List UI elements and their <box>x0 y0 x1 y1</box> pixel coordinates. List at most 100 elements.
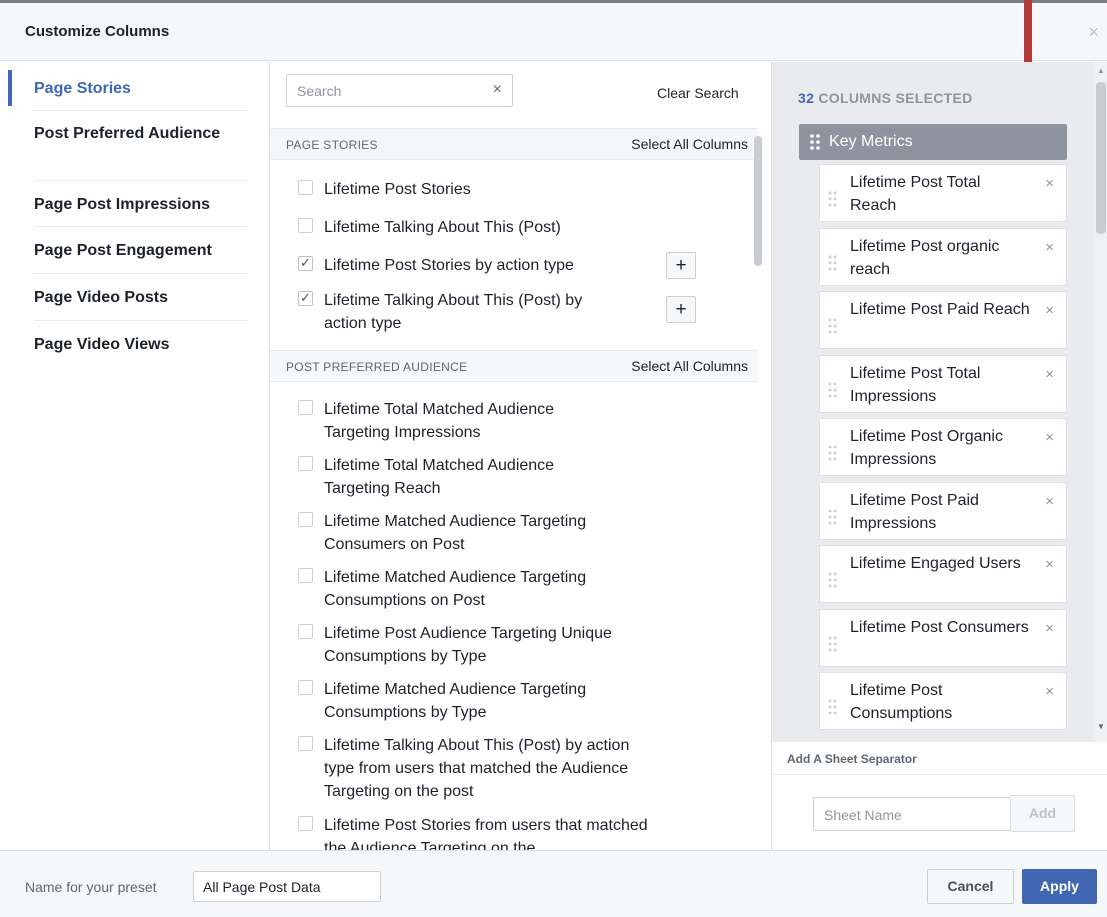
sidebar-item-page-post-engagement[interactable]: Page Post Engagement <box>34 240 247 262</box>
scroll-up-icon[interactable]: ▲ <box>1097 66 1105 75</box>
option-checkbox-checked[interactable]: ✓ <box>298 255 313 271</box>
remove-column-icon[interactable]: × <box>1045 302 1054 319</box>
selected-metric-card[interactable]: Lifetime Post Total Reach × <box>819 164 1067 222</box>
sidebar-item-page-post-impressions[interactable]: Page Post Impressions <box>34 194 247 216</box>
drag-handle-icon[interactable] <box>828 382 838 398</box>
option-label: Lifetime Talking About This (Post) by ac… <box>324 292 583 332</box>
cancel-button[interactable]: Cancel <box>927 869 1014 904</box>
sidebar-item-post-preferred-audience[interactable]: Post Preferred Audience <box>34 124 247 144</box>
preset-name-input[interactable] <box>203 878 373 896</box>
columns-selected-count: 32 COLUMNS SELECTED <box>798 90 973 106</box>
option-checkbox[interactable] <box>298 736 313 751</box>
divider <box>772 774 1107 775</box>
selected-metric-label: Lifetime Post Total Reach <box>850 174 981 214</box>
group-title: Key Metrics <box>829 133 913 150</box>
option-checkbox[interactable] <box>298 624 313 639</box>
remove-column-icon[interactable]: × <box>1045 239 1054 256</box>
sheet-name-input[interactable] <box>824 805 999 825</box>
category-sidebar: Page Stories Post Preferred Audience Pag… <box>0 62 270 850</box>
key-metrics-group[interactable]: Key Metrics <box>799 124 1067 160</box>
clear-input-icon[interactable]: × <box>493 81 502 99</box>
drag-handle-icon[interactable] <box>828 699 838 715</box>
selected-metric-card[interactable]: Lifetime Post Paid Impressions × <box>819 481 1067 540</box>
clear-search-link[interactable]: Clear Search <box>657 85 739 101</box>
search-input[interactable] <box>297 81 477 101</box>
section-header-page-stories: PAGE STORIES Select All Columns <box>270 128 758 160</box>
selected-metric-label: Lifetime Post Consumers <box>850 618 1029 636</box>
option-checkbox[interactable] <box>298 400 313 415</box>
dialog-footer: Name for your preset Cancel Apply <box>0 850 1107 917</box>
select-all-columns-link[interactable]: Select All Columns <box>631 136 748 152</box>
option-label: Lifetime Matched Audience Targeting Cons… <box>324 681 587 721</box>
sidebar-item-page-stories[interactable]: Page Stories <box>34 78 247 100</box>
option-checkbox[interactable] <box>298 568 313 583</box>
option-checkbox[interactable] <box>298 180 313 195</box>
dialog-title: Customize Columns <box>25 23 170 40</box>
checkmark-icon: ✓ <box>300 255 311 270</box>
selected-metric-label: Lifetime Post Paid Reach <box>850 301 1030 318</box>
sidebar-divider <box>34 320 247 321</box>
option-label: Lifetime Post Stories <box>324 181 471 198</box>
apply-button[interactable]: Apply <box>1022 869 1097 904</box>
option-checkbox-checked[interactable]: ✓ <box>298 290 313 306</box>
section-title: PAGE STORIES <box>286 138 378 152</box>
search-box: × <box>286 74 513 107</box>
option-label: Lifetime Post Stories by action type <box>324 257 574 274</box>
selected-metric-label: Lifetime Post Consumptions <box>850 682 953 722</box>
selected-count-number: 32 <box>798 90 815 106</box>
option-checkbox[interactable] <box>298 512 313 527</box>
remove-column-icon[interactable]: × <box>1045 556 1054 573</box>
sidebar-divider <box>34 180 247 181</box>
section-header-post-preferred-audience: POST PREFERRED AUDIENCE Select All Colum… <box>270 350 758 382</box>
selected-count-label: COLUMNS SELECTED <box>818 90 973 106</box>
selected-columns-panel: 32 COLUMNS SELECTED Key Metrics Lifetime… <box>771 62 1107 850</box>
sidebar-divider <box>34 273 247 274</box>
drag-handle-icon[interactable] <box>828 572 838 588</box>
select-all-columns-link[interactable]: Select All Columns <box>631 358 748 374</box>
selected-metric-card[interactable]: Lifetime Post Consumptions × <box>819 672 1067 730</box>
selected-columns-area: 32 COLUMNS SELECTED Key Metrics Lifetime… <box>772 62 1107 742</box>
selected-metric-label: Lifetime Engaged Users <box>850 555 1021 572</box>
drag-handle-icon[interactable] <box>828 318 838 334</box>
option-checkbox[interactable] <box>298 456 313 471</box>
selected-metric-card[interactable]: Lifetime Post Paid Reach × <box>819 291 1067 349</box>
option-checkbox[interactable] <box>298 816 313 831</box>
selected-metric-card[interactable]: Lifetime Engaged Users × <box>819 545 1067 603</box>
sidebar-item-page-video-views[interactable]: Page Video Views <box>34 334 247 356</box>
dialog-header: Customize Columns × <box>0 3 1107 61</box>
list-scrollbar[interactable] <box>754 136 762 266</box>
selected-metric-card[interactable]: Lifetime Post organic reach × <box>819 227 1067 286</box>
selected-metric-card[interactable]: Lifetime Post Consumers × <box>819 608 1067 667</box>
active-indicator <box>8 70 12 106</box>
checkmark-icon: ✓ <box>300 290 311 305</box>
option-checkbox[interactable] <box>298 680 313 695</box>
selected-scrollbar-thumb[interactable] <box>1096 82 1106 234</box>
preset-name-label: Name for your preset <box>25 879 157 895</box>
sheet-name-box <box>813 797 1011 831</box>
drag-handle-icon[interactable] <box>828 255 838 271</box>
option-checkbox[interactable] <box>298 218 313 233</box>
preset-name-box <box>193 871 381 902</box>
remove-column-icon[interactable]: × <box>1045 683 1054 700</box>
option-label: Lifetime Talking About This (Post) by ac… <box>324 737 630 800</box>
drag-handle-icon[interactable] <box>809 133 821 151</box>
selected-metric-card[interactable]: Lifetime Post Total Impressions × <box>819 354 1067 413</box>
add-breakdown-button[interactable]: + <box>666 252 696 279</box>
close-icon[interactable]: × <box>1088 23 1099 41</box>
add-separator-button[interactable]: Add <box>1010 795 1075 832</box>
scroll-down-icon[interactable]: ▼ <box>1097 722 1105 731</box>
drag-handle-icon[interactable] <box>828 636 838 652</box>
remove-column-icon[interactable]: × <box>1045 493 1054 510</box>
remove-column-icon[interactable]: × <box>1045 620 1054 637</box>
sidebar-item-page-video-posts[interactable]: Page Video Posts <box>34 287 247 309</box>
drag-handle-icon[interactable] <box>828 445 838 461</box>
remove-column-icon[interactable]: × <box>1045 175 1054 192</box>
remove-column-icon[interactable]: × <box>1045 429 1054 446</box>
add-breakdown-button[interactable]: + <box>666 296 696 323</box>
option-label: Lifetime Post Stories from users that ma… <box>324 817 648 850</box>
drag-handle-icon[interactable] <box>828 191 838 207</box>
selected-metric-card[interactable]: Lifetime Post Organic Impressions × <box>819 418 1067 476</box>
drag-handle-icon[interactable] <box>828 509 838 525</box>
remove-column-icon[interactable]: × <box>1045 366 1054 383</box>
column-picker: × Clear Search PAGE STORIES Select All C… <box>270 62 770 850</box>
